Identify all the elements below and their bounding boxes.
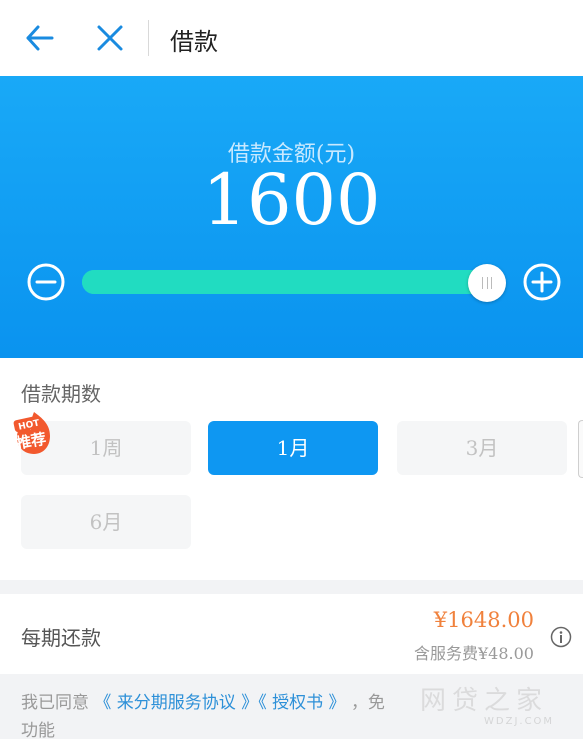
amount-slider-fill	[82, 270, 502, 294]
amount-panel: 借款金额(元) 1600	[0, 76, 583, 358]
section-gap	[0, 580, 583, 594]
amount-slider-thumb[interactable]	[468, 264, 506, 302]
term-option-1-month[interactable]: 1月	[208, 421, 378, 475]
watermark-text: 网贷之家	[420, 686, 549, 716]
term-option-3-months[interactable]: 3月	[397, 421, 567, 475]
close-icon	[97, 25, 123, 51]
close-button[interactable]	[92, 20, 128, 56]
minus-circle-icon	[27, 263, 65, 301]
authorization-link[interactable]: 《 授权书 》	[258, 693, 345, 713]
info-icon[interactable]	[550, 626, 572, 648]
repayment-label: 每期还款	[21, 626, 101, 650]
amount-value: 1600	[202, 159, 381, 241]
service-agreement-link[interactable]: 《 来分期服务协议 》	[94, 693, 258, 713]
repayment-row: 每期还款 ¥1648.00 含服务费¥48.00	[0, 594, 583, 674]
amount-slider-track[interactable]	[82, 270, 502, 294]
loan-term-section: 借款期数 1周 1月 3月 6月	[0, 358, 583, 580]
header-divider	[148, 20, 149, 56]
term-title: 借款期数	[21, 382, 101, 406]
agreement-prefix: 我已同意	[21, 693, 89, 713]
increase-amount-button[interactable]	[522, 262, 562, 302]
arrow-left-icon	[26, 25, 54, 51]
term-option-6-months[interactable]: 6月	[21, 495, 191, 549]
page-title: 借款	[170, 28, 218, 56]
repayment-amount: ¥1648.00	[433, 608, 534, 632]
watermark-logo: 网贷之家 WDZJ.COM	[410, 674, 580, 739]
service-fee-note: 含服务费¥48.00	[414, 644, 534, 663]
back-button[interactable]	[22, 20, 58, 56]
grip-icon	[482, 277, 492, 289]
agreement-suffix: ，免	[350, 693, 385, 713]
plus-circle-icon	[523, 263, 561, 301]
header-bar: 借款	[0, 0, 583, 76]
side-tab-edge	[578, 420, 583, 478]
decrease-amount-button[interactable]	[26, 262, 66, 302]
hot-recommend-badge: HOT 推荐	[13, 412, 50, 454]
agreement-text: 我已同意 《 来分期服务协议 》《 授权书 》 ，免	[21, 688, 385, 713]
watermark-sub: WDZJ.COM	[484, 716, 555, 727]
agreement-line-2: 功能	[21, 721, 55, 739]
